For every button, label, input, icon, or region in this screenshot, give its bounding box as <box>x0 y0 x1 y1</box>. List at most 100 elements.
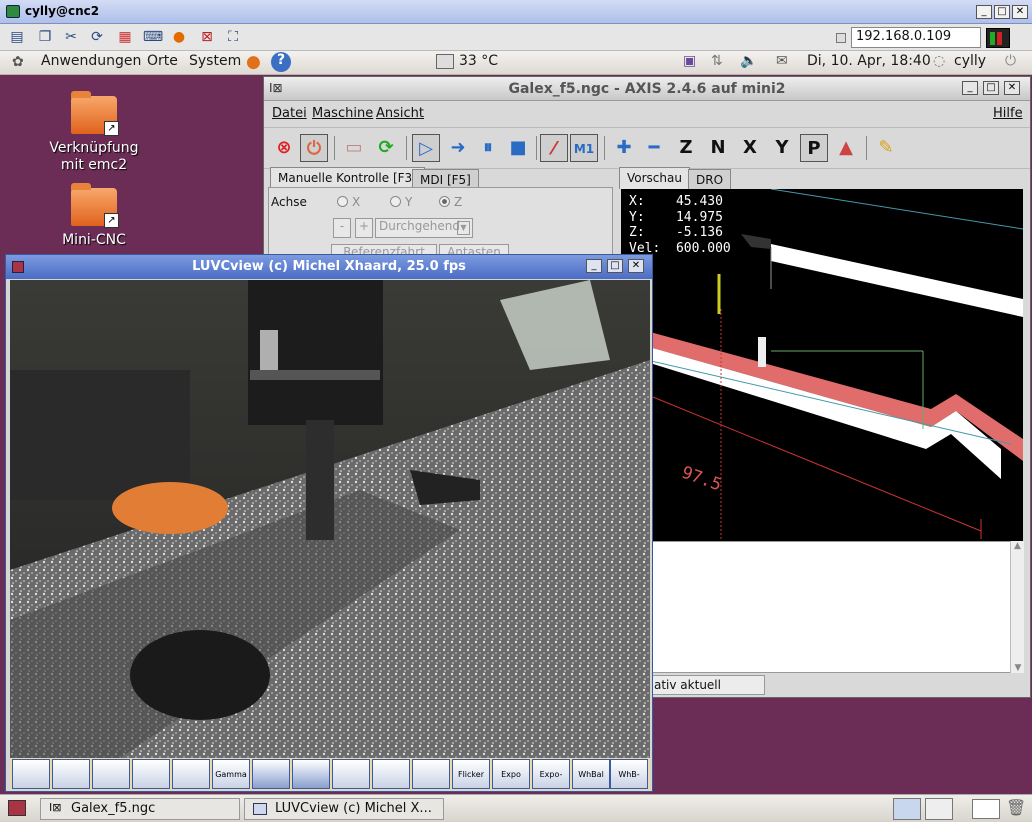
places-menu[interactable]: Orte <box>147 53 178 69</box>
trash-icon[interactable]: 🗑 <box>1006 798 1026 820</box>
workspace-1-icon[interactable] <box>893 798 921 820</box>
luvc-button-9[interactable] <box>332 759 370 789</box>
view-x-icon[interactable]: X <box>736 134 764 162</box>
axis-toolbar: ⊗ ⏻ ▭ ⟳ ▷ ➜ ⏸ ■ ⁄ M1 ✚ ━ Z N X Y P ▲ ✎ <box>264 127 1030 169</box>
menu-file[interactable]: Datei <box>272 106 307 121</box>
expo-button[interactable]: Expo <box>492 759 530 789</box>
folder-icon: ↗ <box>71 183 119 228</box>
tab-dro[interactable]: DRO <box>688 169 732 191</box>
luvc-button-4[interactable] <box>132 759 170 789</box>
luvc-button-5[interactable] <box>172 759 210 789</box>
luvc-button-7[interactable] <box>252 759 290 789</box>
help-icon[interactable]: ? <box>271 52 291 72</box>
optional-stop-icon[interactable]: M1 <box>570 134 598 162</box>
run-icon[interactable]: ▷ <box>412 134 440 162</box>
zoom-in-icon[interactable]: ✚ <box>610 134 638 162</box>
display-icon[interactable]: ▣ <box>683 53 696 69</box>
clear-plot-icon[interactable]: ✎ <box>872 134 900 162</box>
minimize-button[interactable]: _ <box>976 5 992 19</box>
luvc-button-2[interactable] <box>52 759 90 789</box>
monitor-icon[interactable]: ▤ <box>6 27 28 47</box>
stop-icon[interactable]: ■ <box>504 134 532 162</box>
jog-plus-button[interactable]: + <box>355 218 373 238</box>
refresh-icon[interactable]: ⟳ <box>86 27 108 47</box>
axis-maximize-button[interactable]: □ <box>983 81 999 95</box>
step-icon[interactable]: ➜ <box>444 134 472 162</box>
desktop-icon-emc2[interactable]: ↗ Verknüpfung mit emc2 <box>29 91 159 174</box>
workspace-2-icon[interactable] <box>925 798 953 820</box>
luvc-minimize-button[interactable]: _ <box>586 259 602 273</box>
toolpath-preview[interactable]: X: 45.430 Y: 14.975 Z: -5.136 Vel: 600.000 … <box>621 189 1023 541</box>
desktop-icon-mini-cnc[interactable]: ↗ Mini-CNC <box>29 183 159 248</box>
gamma-button[interactable]: Gamma <box>212 759 250 789</box>
luvc-button-8[interactable] <box>292 759 330 789</box>
luvc-maximize-button[interactable]: □ <box>607 259 623 273</box>
view-y-icon[interactable]: Y <box>768 134 796 162</box>
tool-view-icon[interactable]: ▲ <box>832 134 860 162</box>
show-desktop-icon[interactable] <box>8 800 26 816</box>
clock[interactable]: Di, 10. Apr, 18:40 <box>807 53 931 69</box>
axis-minimize-button[interactable]: _ <box>962 81 978 95</box>
windows-icon[interactable]: ❐ <box>34 27 56 47</box>
reload-icon[interactable]: ⟳ <box>372 134 400 162</box>
jog-minus-button[interactable]: - <box>333 218 351 238</box>
network-icon[interactable]: ⇅ <box>711 53 723 69</box>
white-balance-auto-button[interactable]: WhB-Auto <box>610 759 648 808</box>
menu-help[interactable]: Hilfe <box>993 106 1023 121</box>
applications-menu[interactable]: Anwendungen <box>41 53 141 69</box>
axis-label: Achse <box>271 195 307 209</box>
scroll-up-icon[interactable]: ▲ <box>1011 541 1024 551</box>
ip-address-field[interactable]: 192.168.0.109 <box>851 27 981 48</box>
tab-manual-control[interactable]: Manuelle Kontrolle [F3] <box>270 167 425 189</box>
axis-window-title: Galex_f5.ngc - AXIS 2.4.6 auf mini2 <box>508 81 786 97</box>
menu-view[interactable]: Ansicht <box>376 106 424 121</box>
scroll-down-icon[interactable]: ▼ <box>1011 663 1025 673</box>
pause-icon[interactable]: ⏸ <box>474 134 502 162</box>
power-icon[interactable]: ⏻ <box>1005 53 1016 69</box>
view-z-icon[interactable]: Z <box>672 134 700 162</box>
zoom-out-icon[interactable]: ━ <box>640 134 668 162</box>
luvc-button-10[interactable] <box>372 759 410 789</box>
luvc-button-1[interactable] <box>12 759 50 789</box>
close-button[interactable]: ✕ <box>1012 5 1028 19</box>
tab-preview[interactable]: Vorschau <box>619 167 690 189</box>
firefox-icon[interactable]: ● <box>246 52 261 72</box>
gnome-foot-icon: ✿ <box>12 54 24 70</box>
jog-mode-select[interactable]: Durchgehend ▼ <box>375 218 473 238</box>
ip-checkbox[interactable] <box>836 33 846 43</box>
axis-close-button[interactable]: ✕ <box>1004 81 1020 95</box>
windows-logo-icon[interactable]: ▦ <box>114 27 136 47</box>
axis-radio-z[interactable]: Z <box>439 195 462 209</box>
white-balance-button[interactable]: WhBal <box>572 759 610 789</box>
menu-machine[interactable]: Maschine <box>312 106 373 121</box>
listing-scrollbar[interactable]: ▲ ▼ <box>1010 541 1024 673</box>
expo-auto-button[interactable]: Expo-Auto <box>532 759 570 808</box>
gcode-listing[interactable] <box>652 541 1014 673</box>
task-axis[interactable]: I⊠ Galex_f5.ngc <box>40 798 240 820</box>
alert-icon[interactable]: ● <box>168 27 190 47</box>
user-name[interactable]: cylly <box>954 53 986 69</box>
volume-icon[interactable]: 🔈 <box>740 53 757 69</box>
vnc-title-bar: cylly@cnc2 _ □ ✕ <box>0 0 1032 24</box>
luvc-button-11[interactable] <box>412 759 450 789</box>
axis-radio-x[interactable]: X <box>337 195 360 209</box>
fullscreen-icon[interactable]: ⛶ <box>222 27 244 47</box>
system-menu[interactable]: System <box>189 53 241 69</box>
open-file-icon[interactable]: ▭ <box>340 134 368 162</box>
axis-radio-y[interactable]: Y <box>390 195 412 209</box>
view-perspective-icon[interactable]: P <box>800 134 828 162</box>
block-delete-icon[interactable]: ⁄ <box>540 134 568 162</box>
disconnect-icon[interactable]: ⊠ <box>196 27 218 47</box>
mail-icon[interactable]: ✉ <box>776 53 788 69</box>
maximize-button[interactable]: □ <box>994 5 1010 19</box>
window-list-icon[interactable] <box>972 799 1000 819</box>
flicker-button[interactable]: Flicker <box>452 759 490 789</box>
power-toggle-icon[interactable]: ⏻ <box>300 134 328 162</box>
tools-icon[interactable]: ✂ <box>60 27 82 47</box>
luvc-button-3[interactable] <box>92 759 130 789</box>
estop-icon[interactable]: ⊗ <box>270 134 298 162</box>
keyboard-icon[interactable]: ⌨ <box>142 27 164 47</box>
luvc-close-button[interactable]: ✕ <box>628 259 644 273</box>
view-rotated-z-icon[interactable]: N <box>704 134 732 162</box>
task-luvcview[interactable]: LUVCview (c) Michel X... <box>244 798 444 820</box>
